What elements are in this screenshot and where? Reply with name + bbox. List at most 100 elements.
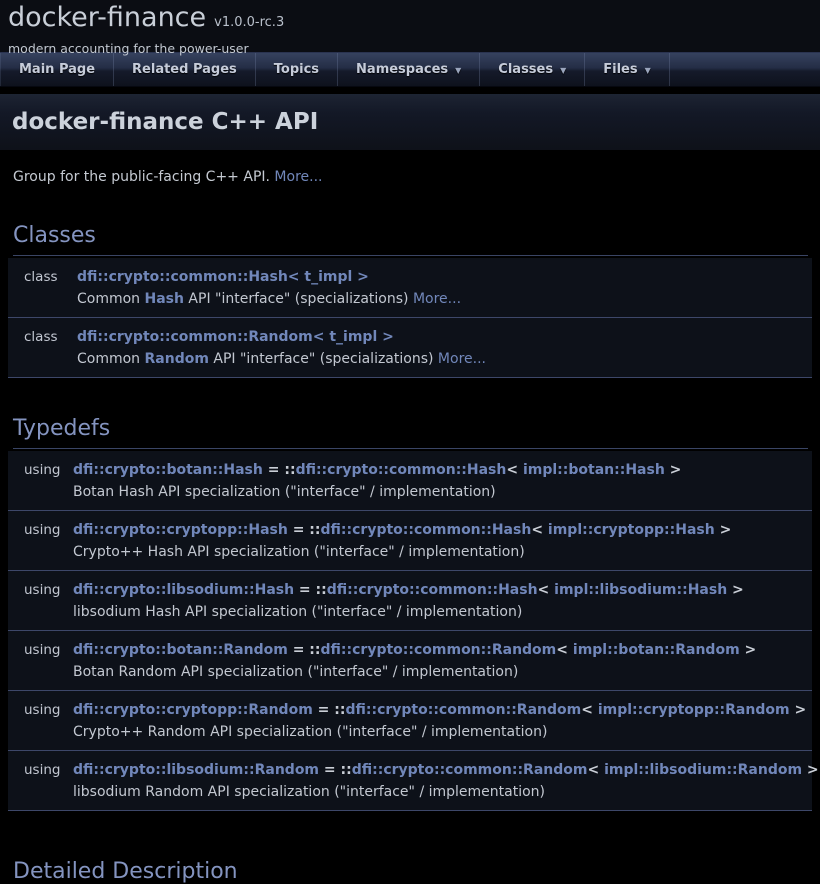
template-open: < <box>531 522 548 538</box>
typedef-link[interactable]: dfi::crypto::botan::Random <box>73 642 288 658</box>
member-description: Crypto++ Random API specialization ("int… <box>73 721 812 743</box>
typedef-link[interactable]: dfi::crypto::botan::Hash <box>73 462 263 478</box>
class-link[interactable]: dfi::crypto::common::Hash< t_impl > <box>77 269 369 285</box>
member-title: dfi::crypto::common::Hash< t_impl > <box>77 266 812 288</box>
group-summary-text: Group for the public-facing C++ API. <box>13 169 274 185</box>
nav-tab-label: Topics <box>274 62 319 77</box>
table-row: using dfi::crypto::botan::Random = ::dfi… <box>8 631 812 691</box>
member-keyword: using <box>8 639 73 683</box>
table-row: using dfi::crypto::libsodium::Random = :… <box>8 751 812 811</box>
impl-link[interactable]: impl::botan::Hash <box>523 462 665 478</box>
page-header: docker-finance C++ API <box>0 94 820 150</box>
member-description: Botan Random API specialization ("interf… <box>73 661 812 683</box>
table-row: using dfi::crypto::cryptopp::Hash = ::df… <box>8 511 812 571</box>
nav-tab-namespaces[interactable]: Namespaces ▼ <box>338 53 480 86</box>
template-close: > <box>740 642 757 658</box>
impl-link[interactable]: impl::cryptopp::Hash <box>548 522 715 538</box>
member-description: Common Hash API "interface" (specializat… <box>77 288 812 310</box>
nav-tab-files[interactable]: Files▼ <box>585 53 670 86</box>
typedef-link[interactable]: dfi::crypto::libsodium::Hash <box>73 582 294 598</box>
desc-text: Common <box>77 351 145 367</box>
group-summary: Group for the public-facing C++ API. Mor… <box>13 169 808 185</box>
project-name-text: docker-finance <box>8 2 206 33</box>
member-keyword: class <box>8 326 77 370</box>
detailed-description-heading: Detailed Description <box>13 859 808 884</box>
impl-link[interactable]: impl::libsodium::Hash <box>554 582 727 598</box>
page-contents: Group for the public-facing C++ API. Mor… <box>0 169 820 884</box>
more-link[interactable]: More... <box>274 169 322 185</box>
member-title: dfi::crypto::libsodium::Hash = ::dfi::cr… <box>73 579 812 601</box>
template-close: > <box>802 762 819 778</box>
member-description: Common Random API "interface" (specializ… <box>77 348 812 370</box>
nav-tab-related-pages[interactable]: Related Pages <box>114 53 256 86</box>
typedef-equals: = :: <box>294 582 327 598</box>
member-keyword: class <box>8 266 77 310</box>
template-close: > <box>715 522 732 538</box>
member-title: dfi::crypto::common::Random< t_impl > <box>77 326 812 348</box>
member-keyword: using <box>8 759 73 803</box>
class-link[interactable]: dfi::crypto::common::Random <box>321 642 557 658</box>
impl-link[interactable]: impl::cryptopp::Random <box>598 702 790 718</box>
member-description: libsodium Hash API specialization ("inte… <box>73 601 812 623</box>
typedef-link[interactable]: dfi::crypto::libsodium::Random <box>73 762 319 778</box>
class-link[interactable]: dfi::crypto::common::Hash <box>327 582 538 598</box>
member-title: dfi::crypto::cryptopp::Hash = ::dfi::cry… <box>73 519 812 541</box>
template-close: > <box>727 582 744 598</box>
nav-tab-topics[interactable]: Topics <box>256 53 338 86</box>
title-area: docker-financev1.0.0-rc.3 modern account… <box>0 0 820 52</box>
nav-tab-label: Namespaces <box>356 62 448 77</box>
desc-text: Common <box>77 291 145 307</box>
page-title: docker-finance C++ API <box>12 109 318 135</box>
nav-tab-label: Classes <box>498 62 553 77</box>
class-link[interactable]: dfi::crypto::common::Hash <box>321 522 532 538</box>
member-title: dfi::crypto::cryptopp::Random = ::dfi::c… <box>73 699 812 721</box>
table-row: class dfi::crypto::common::Random< t_imp… <box>8 318 812 378</box>
typedef-equals: = :: <box>288 642 321 658</box>
desc-text: API "interface" (specializations) <box>184 291 413 307</box>
member-description: Botan Hash API specialization ("interfac… <box>73 481 812 503</box>
typedefs-section-heading: Typedefs <box>13 416 808 449</box>
class-link[interactable]: dfi::crypto::common::Random <box>345 702 581 718</box>
member-description: Crypto++ Hash API specialization ("inter… <box>73 541 812 563</box>
table-row: class dfi::crypto::common::Hash< t_impl … <box>8 258 812 318</box>
impl-link[interactable]: impl::libsodium::Random <box>604 762 802 778</box>
class-link[interactable]: dfi::crypto::common::Random< t_impl > <box>77 329 394 345</box>
chevron-down-icon: ▼ <box>560 66 566 75</box>
member-keyword: using <box>8 699 73 743</box>
class-link[interactable]: Random <box>145 351 209 367</box>
template-open: < <box>581 702 598 718</box>
template-open: < <box>506 462 523 478</box>
more-link[interactable]: More... <box>413 291 461 307</box>
typedef-equals: = :: <box>313 702 346 718</box>
nav-tab-classes[interactable]: Classes ▼ <box>480 53 585 86</box>
template-close: > <box>790 702 807 718</box>
main-nav: Main Page Related Pages Topics Namespace… <box>0 52 820 87</box>
classes-section-heading: Classes <box>13 223 808 256</box>
typedef-link[interactable]: dfi::crypto::cryptopp::Random <box>73 702 313 718</box>
table-row: using dfi::crypto::botan::Hash = ::dfi::… <box>8 451 812 511</box>
typedef-equals: = :: <box>319 762 352 778</box>
project-version: v1.0.0-rc.3 <box>214 15 284 30</box>
typedef-equals: = :: <box>263 462 296 478</box>
classes-table: class dfi::crypto::common::Hash< t_impl … <box>8 258 812 378</box>
typedef-link[interactable]: dfi::crypto::cryptopp::Hash <box>73 522 288 538</box>
template-open: < <box>587 762 604 778</box>
nav-tab-label: Files <box>603 62 637 77</box>
chevron-down-icon: ▼ <box>455 66 461 75</box>
member-keyword: using <box>8 519 73 563</box>
template-open: < <box>556 642 573 658</box>
member-title: dfi::crypto::botan::Random = ::dfi::cryp… <box>73 639 812 661</box>
class-link[interactable]: Hash <box>145 291 184 307</box>
nav-tab-main-page[interactable]: Main Page <box>0 53 114 86</box>
more-link[interactable]: More... <box>438 351 486 367</box>
impl-link[interactable]: impl::botan::Random <box>573 642 740 658</box>
member-keyword: using <box>8 579 73 623</box>
template-open: < <box>538 582 555 598</box>
class-link[interactable]: dfi::crypto::common::Random <box>352 762 588 778</box>
member-keyword: using <box>8 459 73 503</box>
nav-tab-label: Related Pages <box>132 62 237 77</box>
template-close: > <box>665 462 682 478</box>
class-link[interactable]: dfi::crypto::common::Hash <box>296 462 507 478</box>
member-title: dfi::crypto::botan::Hash = ::dfi::crypto… <box>73 459 812 481</box>
table-row: using dfi::crypto::libsodium::Hash = ::d… <box>8 571 812 631</box>
